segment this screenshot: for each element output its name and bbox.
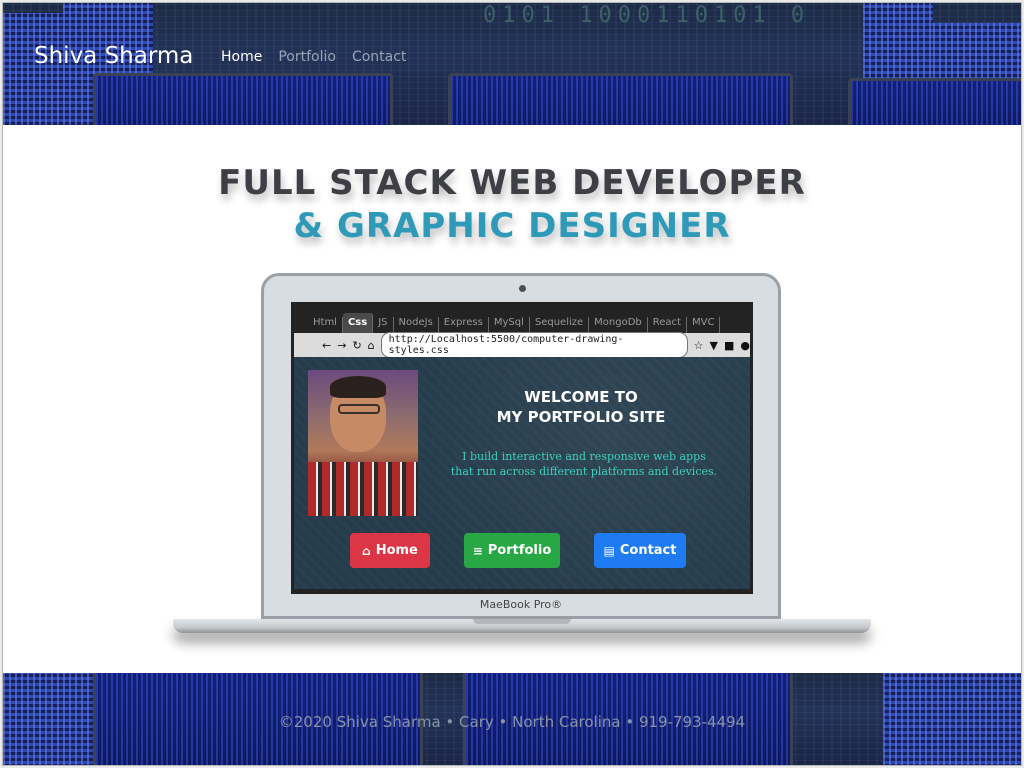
nav-home[interactable]: Home — [221, 49, 262, 65]
laptop-lid: Html Css JS NodeJs Express MySql Sequeli… — [261, 273, 781, 619]
camera-icon — [519, 285, 526, 292]
binary-background-text: 0101 1000110101 0 — [483, 3, 811, 28]
tab-css[interactable]: Css — [342, 313, 374, 333]
welcome-heading: WELCOME TO MY PORTFOLIO SITE — [446, 387, 716, 427]
folder-icon[interactable]: ■ — [724, 339, 734, 352]
portfolio-button-label: Portfolio — [487, 543, 552, 558]
profile-photo — [308, 370, 418, 516]
background-monitor — [93, 73, 393, 125]
tab-html[interactable]: Html — [308, 317, 343, 333]
user-icon[interactable]: ● — [740, 339, 750, 352]
home-button[interactable]: ⌂ Home — [350, 533, 430, 568]
back-arrow-icon[interactable]: ← — [322, 339, 331, 352]
background-monitor — [448, 73, 793, 125]
photo-hair — [330, 376, 386, 398]
star-icon[interactable]: ☆ — [694, 339, 704, 352]
laptop-base — [173, 619, 871, 633]
tab-mongodb[interactable]: MongoDb — [589, 317, 648, 333]
laptop-model-label: MaeBook Pro® — [479, 598, 563, 611]
page-frame: 0101 1000110101 0 Shiva Sharma Home Port… — [2, 2, 1022, 766]
hero-title-line1: FULL STACK WEB DEVELOPER — [218, 163, 806, 203]
photo-glasses — [338, 404, 380, 414]
brand-title[interactable]: Shiva Sharma — [34, 43, 193, 69]
tab-js[interactable]: JS — [373, 317, 394, 333]
browser-url-bar: ← → ↻ ⌂ http://Localhost:5500/computer-d… — [294, 332, 750, 358]
pocket-icon[interactable]: ▼ — [710, 339, 718, 352]
contact-button[interactable]: ▤ Contact — [594, 533, 686, 568]
welcome-line1: WELCOME TO — [524, 388, 638, 406]
intro-line1: I build interactive and responsive web a… — [462, 450, 706, 463]
hero-title-line2: & GRAPHIC DESIGNER — [293, 206, 731, 246]
home-button-label: Home — [375, 543, 418, 558]
tab-mvc[interactable]: MVC — [687, 317, 721, 333]
photo-shirt — [308, 462, 418, 516]
city-building — [3, 13, 63, 125]
footer: ©2020 Shiva Sharma • Cary • North Caroli… — [3, 673, 1021, 765]
intro-line2: that run across different platforms and … — [450, 465, 718, 478]
tab-sequelize[interactable]: Sequelize — [530, 317, 590, 333]
portfolio-page: WELCOME TO MY PORTFOLIO SITE I build int… — [294, 357, 750, 589]
home-icon[interactable]: ⌂ — [368, 339, 375, 352]
laptop-screen: Html Css JS NodeJs Express MySql Sequeli… — [291, 302, 753, 594]
portfolio-button[interactable]: ≡ Portfolio — [464, 533, 560, 568]
background-monitor — [848, 78, 1021, 125]
browser-tabs: Html Css JS NodeJs Express MySql Sequeli… — [294, 305, 750, 333]
tab-react[interactable]: React — [648, 317, 687, 333]
layers-icon: ≡ — [472, 543, 483, 558]
laptop-notch — [473, 619, 571, 624]
id-card-icon: ▤ — [603, 543, 615, 558]
home-icon: ⌂ — [362, 543, 371, 558]
main-nav: Home Portfolio Contact — [221, 49, 406, 65]
footer-copyright: ©2020 Shiva Sharma • Cary • North Caroli… — [278, 713, 746, 731]
intro-text: I build interactive and responsive web a… — [444, 449, 724, 479]
nav-contact[interactable]: Contact — [352, 49, 406, 65]
header: 0101 1000110101 0 Shiva Sharma Home Port… — [3, 3, 1021, 125]
welcome-line2: MY PORTFOLIO SITE — [496, 408, 666, 426]
tab-mysql[interactable]: MySql — [489, 317, 530, 333]
url-field[interactable]: http://Localhost:5500/computer-drawing-s… — [380, 332, 688, 358]
nav-portfolio[interactable]: Portfolio — [278, 49, 336, 65]
forward-arrow-icon[interactable]: → — [337, 339, 346, 352]
contact-button-label: Contact — [619, 543, 677, 558]
tab-express[interactable]: Express — [439, 317, 489, 333]
reload-icon[interactable]: ↻ — [352, 339, 361, 352]
tab-nodejs[interactable]: NodeJs — [394, 317, 439, 333]
